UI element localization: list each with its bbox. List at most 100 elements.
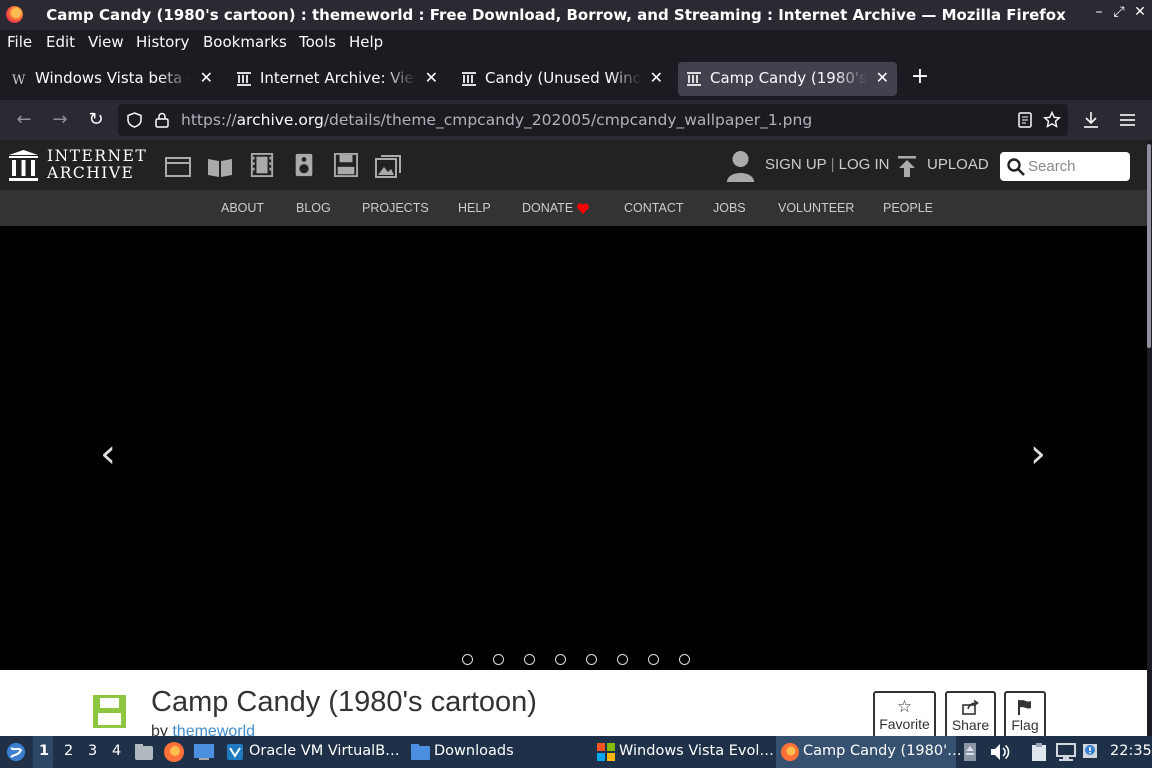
menu-help[interactable]: Help (349, 33, 383, 51)
workspace-4[interactable]: 4 (106, 736, 126, 768)
task-oracle-vm[interactable]: Oracle VM VirtualB… (222, 736, 402, 768)
share-button[interactable]: Share (945, 691, 996, 736)
svg-text:W: W (12, 73, 26, 86)
tab-internet-archive-view[interactable]: Internet Archive: View ✕ (228, 62, 446, 96)
clipboard-icon[interactable] (1029, 742, 1049, 762)
ia-search-box[interactable]: Search (1000, 152, 1130, 181)
workspace-2[interactable]: 2 (58, 736, 78, 768)
volume-icon[interactable] (990, 743, 1010, 761)
ia-logo-text[interactable]: INTERNET ARCHIVE (47, 148, 147, 182)
nav-people[interactable]: PEOPLE (883, 201, 933, 215)
item-title: Camp Candy (1980's cartoon) (151, 686, 537, 718)
carousel-dot[interactable] (617, 654, 628, 665)
previous-image-button[interactable]: ‹ (100, 434, 122, 474)
menu-bookmarks[interactable]: Bookmarks (203, 33, 287, 51)
tab-close-icon[interactable]: ✕ (876, 68, 889, 87)
carousel-dot[interactable] (679, 654, 690, 665)
network-icon[interactable] (1056, 743, 1076, 761)
menu-bar: File Edit View History Bookmarks Tools H… (0, 30, 1152, 56)
software-icon[interactable] (333, 153, 359, 177)
carousel-dot[interactable] (555, 654, 566, 665)
firefox-launcher-icon[interactable] (163, 741, 185, 763)
nav-projects[interactable]: PROJECTS (362, 201, 429, 215)
lock-icon[interactable] (155, 112, 169, 128)
tab-candy-unused-window[interactable]: Candy (Unused Window ✕ (453, 62, 671, 96)
reader-view-icon[interactable] (1018, 112, 1032, 128)
author-link[interactable]: themeworld (172, 723, 255, 736)
tab-close-icon[interactable]: ✕ (650, 68, 663, 87)
hamburger-menu-icon[interactable] (1120, 113, 1135, 127)
nav-about[interactable]: ABOUT (221, 201, 264, 215)
menu-history[interactable]: History (136, 33, 189, 51)
nav-blog[interactable]: BLOG (296, 201, 331, 215)
nav-volunteer[interactable]: VOLUNTEER (778, 201, 854, 215)
nav-jobs[interactable]: JOBS (713, 201, 746, 215)
user-avatar-icon[interactable] (727, 150, 754, 182)
url-text[interactable]: https://archive.org/details/theme_cmpcan… (181, 111, 812, 129)
desktop-icon[interactable] (193, 743, 215, 761)
task-camp-candy[interactable]: Camp Candy (1980'… (776, 736, 962, 768)
tab-windows-vista-beta[interactable]: W Windows Vista beta - Wi ✕ (3, 62, 221, 96)
upload-icon[interactable] (898, 156, 916, 177)
archive-logo-icon[interactable] (9, 150, 38, 181)
maximize-button[interactable]: ⤢ (1110, 4, 1128, 24)
software-icon (93, 695, 126, 728)
search-input[interactable]: Search (1028, 158, 1076, 175)
favorite-button[interactable]: ☆ Favorite (873, 691, 936, 736)
menu-view[interactable]: View (88, 33, 124, 51)
flag-button[interactable]: Flag (1004, 691, 1046, 736)
bookmark-star-icon[interactable] (1043, 111, 1061, 129)
back-button[interactable]: ← (12, 108, 36, 132)
task-downloads[interactable]: Downloads (407, 736, 587, 768)
carousel-dot[interactable] (586, 654, 597, 665)
scrollbar-thumb[interactable] (1147, 144, 1151, 348)
nav-donate[interactable]: DONATE (522, 201, 573, 215)
web-icon[interactable] (165, 155, 191, 179)
carousel-dot[interactable] (648, 654, 659, 665)
menu-tools[interactable]: Tools (299, 33, 336, 51)
workspace-1[interactable]: 1 (33, 736, 53, 768)
video-icon[interactable] (249, 153, 275, 177)
item-details: Camp Candy (1980's cartoon) by themeworl… (0, 670, 1147, 736)
texts-icon[interactable] (207, 155, 233, 179)
task-windows-vista-evol[interactable]: Windows Vista Evol… (592, 736, 774, 768)
clock: 22:35 (1110, 743, 1152, 759)
next-image-button[interactable]: › (1030, 434, 1052, 474)
workspace-3[interactable]: 3 (82, 736, 102, 768)
downloads-icon[interactable] (1083, 111, 1099, 129)
menu-edit[interactable]: Edit (46, 33, 75, 51)
star-icon: ☆ (896, 697, 913, 716)
notification-icon[interactable] (1082, 742, 1102, 762)
folder-icon (411, 744, 430, 760)
forward-button[interactable]: → (48, 108, 72, 132)
window-titlebar: Camp Candy (1980's cartoon) : themeworld… (0, 0, 1152, 30)
signup-link[interactable]: SIGN UP (765, 156, 826, 173)
removable-drive-icon[interactable] (963, 742, 977, 762)
carousel-dot[interactable] (524, 654, 535, 665)
upload-link[interactable]: UPLOAD (927, 156, 989, 173)
archive-icon (462, 72, 476, 86)
file-manager-icon[interactable] (134, 742, 154, 762)
search-icon (1007, 158, 1025, 176)
window-title: Camp Candy (1980's cartoon) : themeworld… (46, 6, 1066, 24)
audio-icon[interactable] (291, 153, 317, 177)
carousel-dot[interactable] (493, 654, 504, 665)
tab-close-icon[interactable]: ✕ (425, 68, 438, 87)
share-icon (962, 700, 979, 715)
carousel-dot[interactable] (462, 654, 473, 665)
close-window-button[interactable]: ✕ (1131, 4, 1149, 24)
tab-camp-candy[interactable]: Camp Candy (1980's ca ✕ (678, 62, 897, 96)
images-icon[interactable] (375, 155, 401, 179)
new-tab-button[interactable]: + (908, 64, 932, 90)
menu-file[interactable]: File (7, 33, 32, 51)
login-link[interactable]: LOG IN (839, 156, 890, 173)
shield-icon[interactable] (127, 112, 142, 128)
archive-icon (237, 72, 251, 86)
start-menu-button[interactable] (4, 736, 28, 768)
tab-close-icon[interactable]: ✕ (200, 68, 213, 87)
nav-contact[interactable]: CONTACT (624, 201, 684, 215)
nav-help[interactable]: HELP (458, 201, 491, 215)
reload-button[interactable]: ↻ (84, 108, 108, 132)
url-bar[interactable]: https://archive.org/details/theme_cmpcan… (118, 104, 1068, 136)
minimize-button[interactable]: – (1090, 4, 1108, 24)
